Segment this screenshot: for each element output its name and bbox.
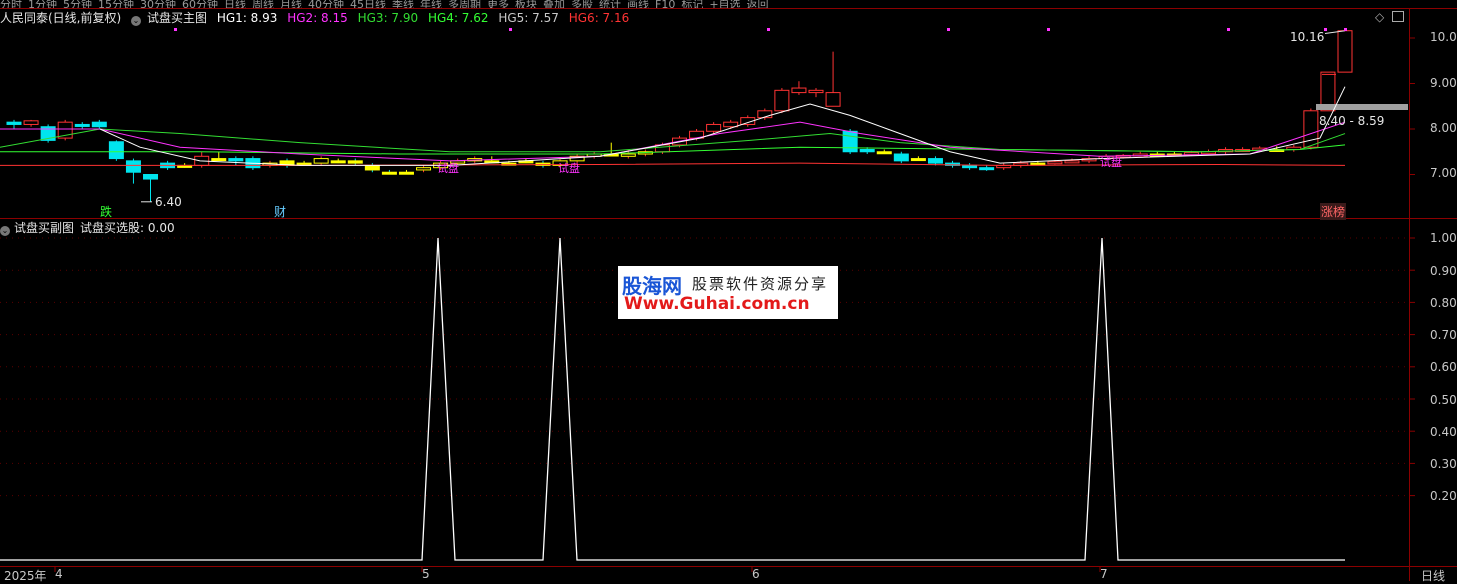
indicator-dropdown-icon[interactable]: ⌄ [0,226,10,236]
date-axis-month-4: 4 [55,567,63,581]
candle-body[interactable] [876,151,892,155]
watermark-url: Www.Guhai.com.cn [624,294,810,314]
price-tick-8: 8.00 [1430,121,1457,135]
die-marker: 跌 [100,205,113,219]
candle-body[interactable] [108,141,124,160]
high-price-label: 10.16 [1290,30,1325,44]
candle-body[interactable] [398,171,414,175]
signal-dot [1324,28,1327,31]
candle-body[interactable] [808,89,824,94]
candle-body[interactable] [330,160,346,164]
date-axis-year: 2025年 [4,569,47,583]
candle-body[interactable] [825,92,841,107]
signal-dot [1227,28,1230,31]
candle-body[interactable] [296,162,312,166]
candle-body[interactable] [416,167,432,171]
shipan-marker: 试盘 [437,162,459,175]
candle-body[interactable] [143,174,159,180]
candle-body[interactable] [211,158,227,162]
shipan-marker: 试盘 [558,162,580,175]
candle-body[interactable] [979,167,995,171]
low-price-label: 6.40 [155,195,182,209]
candle-body[interactable] [1047,161,1063,165]
sub-tick-070: 0.70 [1430,328,1457,342]
candle-body[interactable] [347,160,363,164]
signal-dot [509,28,512,31]
candle-body[interactable] [381,171,397,175]
sub-tick-090: 0.90 [1430,264,1457,278]
candle-body[interactable] [620,153,636,157]
candle-body[interactable] [774,89,790,112]
candle-body[interactable] [842,130,858,153]
candle-body[interactable] [6,121,22,125]
sub-tick-060: 0.60 [1430,360,1457,374]
watermark-slogan: 股票软件资源分享 [692,275,829,293]
candle-body[interactable] [364,164,380,171]
sub-indicator-name[interactable]: 试盘买副图 [14,221,74,235]
price-tick-9: 9.00 [1430,76,1457,90]
candle-body[interactable] [893,153,909,162]
candle-body[interactable] [927,158,943,164]
candle-body[interactable] [1337,30,1353,73]
candle-body[interactable] [706,123,722,132]
watermark-logo: 股海网 股票软件资源分享 Www.Guhai.com.cn [618,266,838,319]
candle-body[interactable] [91,121,107,128]
candle-body[interactable] [23,120,39,125]
signal-dot [767,28,770,31]
range-label: 8.40 - 8.59 [1319,114,1385,128]
signal-dot [1344,28,1347,31]
price-tick-7: 7.00 [1430,166,1457,180]
range-box [1316,104,1408,110]
candle-body[interactable] [228,158,244,162]
signal-dot [947,28,950,31]
sub-tick-020: 0.20 [1430,489,1457,503]
date-axis-month-5: 5 [422,567,430,581]
date-axis-month-7: 7 [1100,567,1108,581]
cai-marker: 财 [274,205,287,219]
candle-body[interactable] [313,158,329,164]
sub-indicator-value: 试盘买选股: 0.00 [80,221,175,235]
candle-body[interactable] [74,123,90,127]
sub-tick-100: 1.00 [1430,231,1457,245]
sub-chart-header: ⌄ 试盘买副图 试盘买选股: 0.00 [0,219,175,236]
candle-body[interactable] [859,148,875,153]
sub-tick-030: 0.30 [1430,457,1457,471]
period-label[interactable]: 日线 [1421,567,1445,584]
signal-dot [174,28,177,31]
sub-tick-080: 0.80 [1430,296,1457,310]
candle-body[interactable] [791,87,807,94]
candle-body[interactable] [1064,160,1080,164]
zhangting-marker: 涨榜 [1320,203,1347,220]
signal-dot [1047,28,1050,31]
candle-body[interactable] [125,160,141,173]
candle-body[interactable] [910,158,926,162]
shipan-marker: 试盘 [1100,156,1122,169]
date-axis-month-6: 6 [752,567,760,581]
sub-tick-040: 0.40 [1430,425,1457,439]
sub-tick-050: 0.50 [1430,393,1457,407]
price-tick-10: 10.00 [1430,30,1457,44]
candle-body[interactable] [962,164,978,169]
